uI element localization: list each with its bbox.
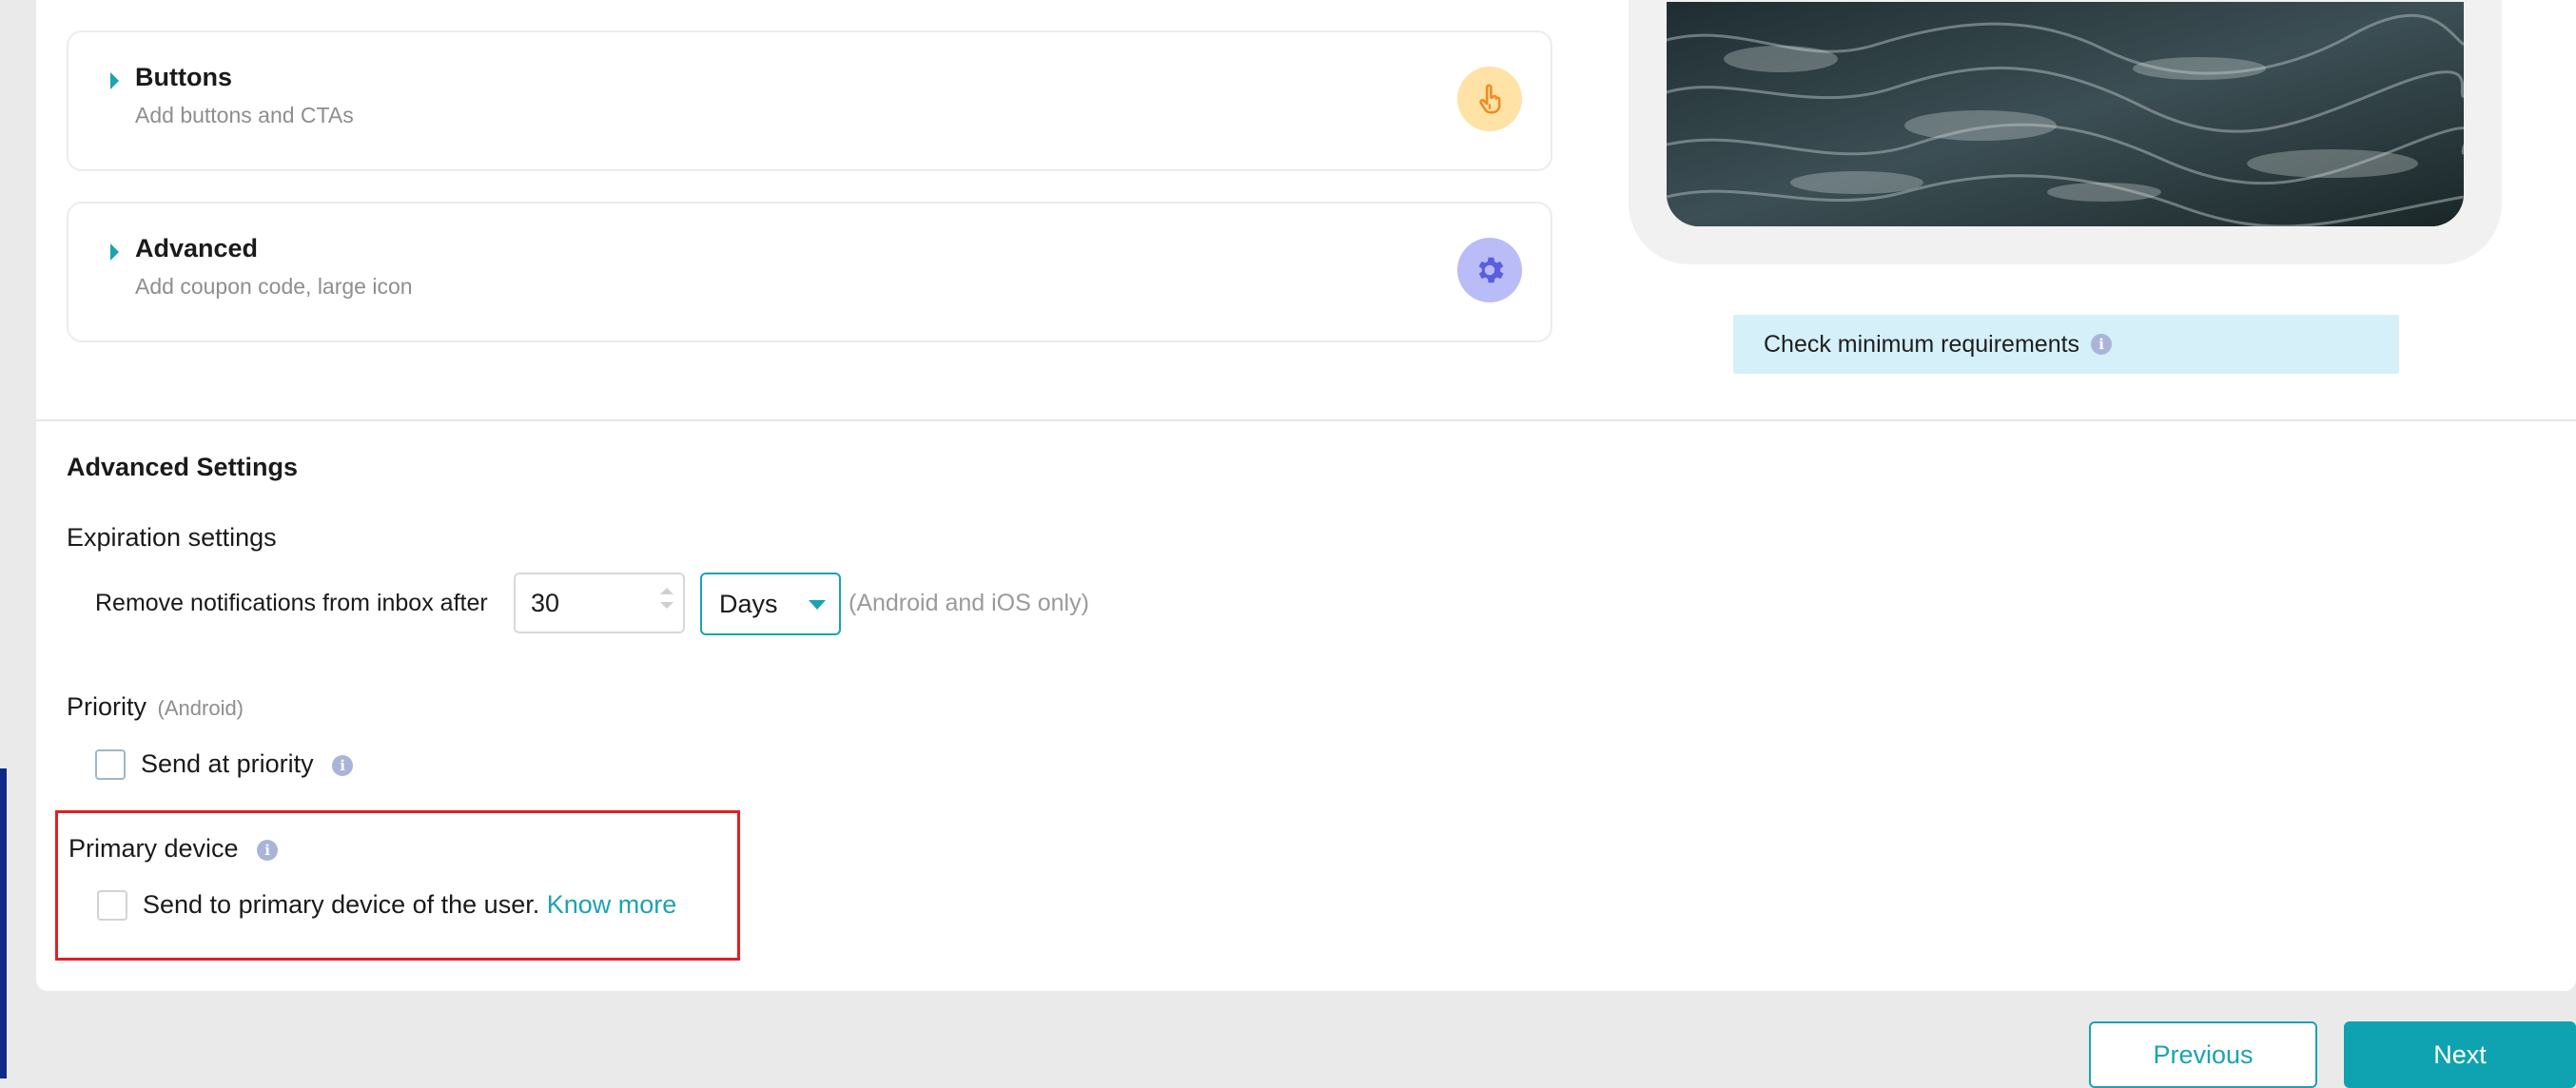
primary-device-title-wrap: Primary device i (68, 834, 279, 864)
pointer-hand-icon (1457, 67, 1522, 131)
primary-device-checkbox[interactable] (97, 890, 127, 921)
section-subtitle: Add coupon code, large icon (135, 274, 413, 299)
remove-notifications-label: Remove notifications from inbox after (95, 590, 488, 616)
caret-right-icon[interactable] (110, 243, 119, 261)
info-icon[interactable]: i (257, 839, 279, 861)
left-edge-strip (0, 768, 7, 1078)
info-icon[interactable]: i (2091, 334, 2113, 355)
advanced-settings-title: Advanced Settings (67, 453, 299, 481)
expiration-value-input[interactable]: 30 (514, 573, 685, 633)
ocean-wave-image (1667, 2, 2464, 226)
check-requirements-banner[interactable]: Check minimum requirements i (1733, 315, 2399, 374)
send-at-priority-label[interactable]: Send at priority (141, 749, 314, 778)
primary-device-title: Primary device (68, 834, 239, 863)
section-subtitle: Add buttons and CTAs (135, 103, 354, 127)
priority-title-text: Priority (67, 692, 147, 721)
number-stepper[interactable] (660, 588, 673, 609)
primary-device-label[interactable]: Send to primary device of the user. (143, 890, 547, 919)
expiration-unit-value[interactable]: Days (719, 590, 778, 619)
section-divider (36, 419, 2576, 421)
expiration-unit-select[interactable]: Days (700, 573, 841, 635)
requirements-label[interactable]: Check minimum requirements (1764, 331, 2079, 359)
send-at-priority-checkbox[interactable] (95, 749, 126, 780)
section-title: Buttons (135, 63, 232, 91)
know-more-link[interactable]: Know more (547, 890, 677, 919)
expiration-value[interactable]: 30 (531, 589, 559, 618)
info-icon[interactable]: i (332, 754, 354, 776)
send-at-priority-label-wrap: Send at priority i (141, 749, 354, 779)
phone-preview-frame (1629, 0, 2502, 264)
priority-platform: (Android) (157, 696, 244, 720)
priority-title: Priority (Android) (67, 692, 244, 722)
chevron-down-icon[interactable] (809, 600, 826, 610)
caret-right-icon[interactable] (110, 72, 119, 89)
section-buttons[interactable]: Buttons Add buttons and CTAs (67, 30, 1552, 171)
expiration-settings-title: Expiration settings (67, 523, 277, 552)
stepper-down-icon[interactable] (660, 602, 673, 609)
section-advanced[interactable]: Advanced Add coupon code, large icon (67, 202, 1552, 342)
primary-device-label-wrap: Send to primary device of the user. Know… (143, 890, 676, 920)
gear-icon (1457, 238, 1522, 302)
primary-device-highlight (55, 810, 740, 961)
expiration-platform-note: (Android and iOS only) (849, 590, 1089, 616)
stepper-up-icon[interactable] (660, 588, 673, 594)
section-title: Advanced (135, 234, 259, 262)
